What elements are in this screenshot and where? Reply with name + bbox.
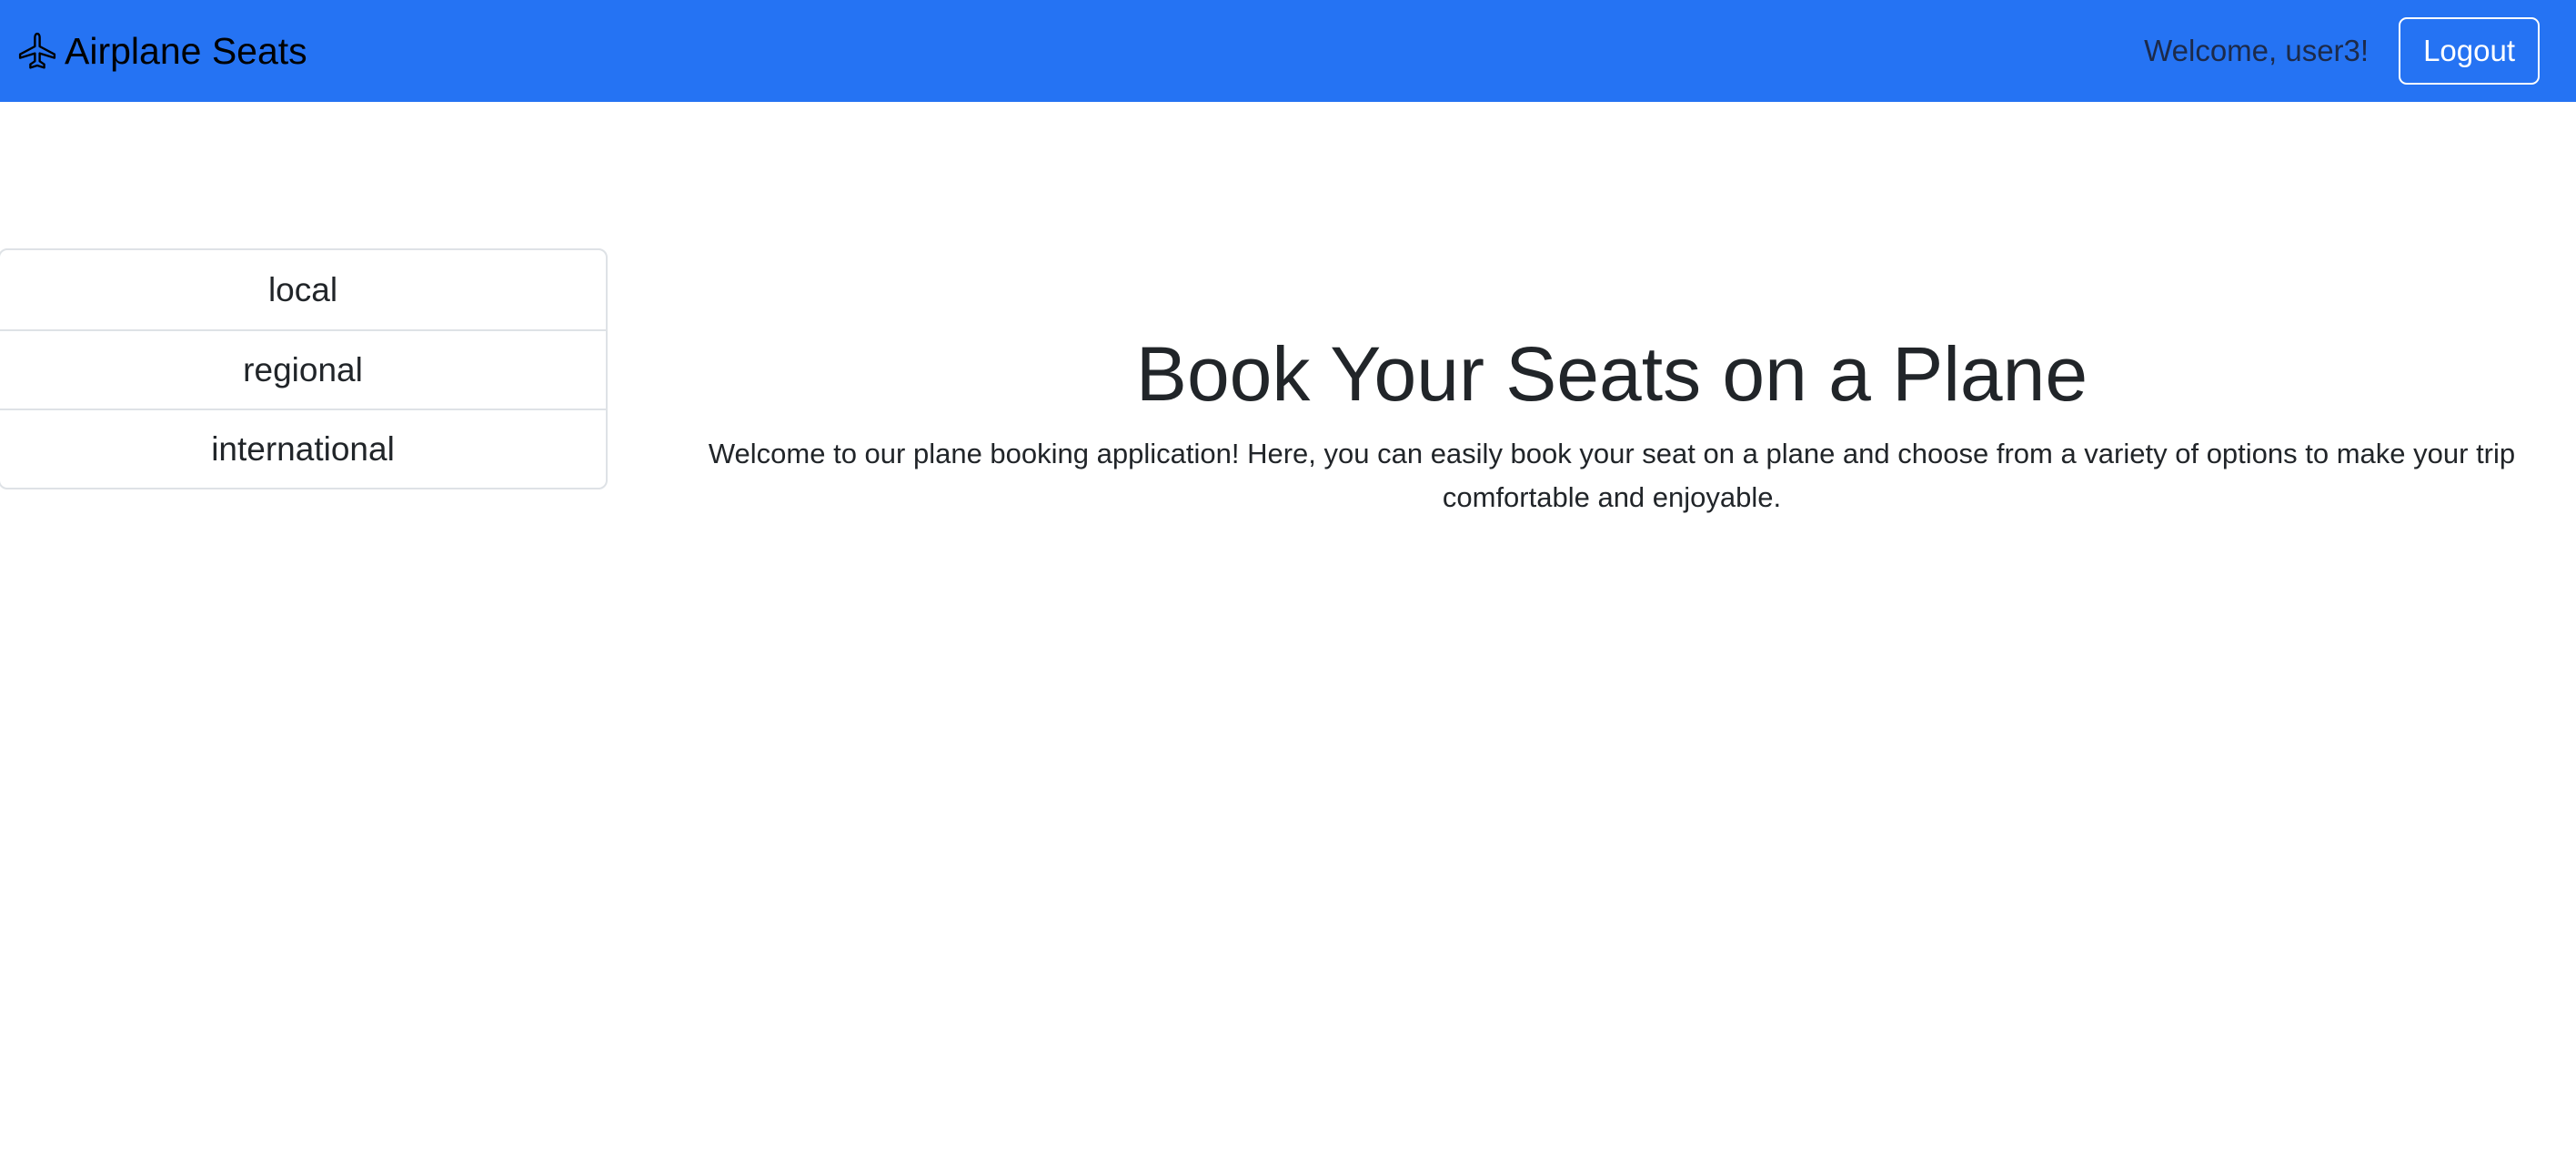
page-title: Book Your Seats on a Plane [1135,331,2088,417]
list-item-international[interactable]: international [0,409,606,488]
hero-section: Book Your Seats on a Plane Welcome to ou… [673,332,2551,519]
logout-button[interactable]: Logout [2399,17,2540,85]
list-item-local[interactable]: local [0,250,606,329]
brand-label: Airplane Seats [65,29,307,72]
flight-type-list: local regional international [0,248,608,489]
nav-user-area: Welcome, user3! Logout [2144,17,2540,85]
page-description: Welcome to our plane booking application… [708,438,2516,514]
airplane-icon [18,32,56,70]
navbar: Airplane Seats Welcome, user3! Logout [0,0,2576,102]
list-item-regional[interactable]: regional [0,329,606,409]
welcome-text: Welcome, user3! [2144,34,2370,67]
brand-link[interactable]: Airplane Seats [18,32,307,70]
